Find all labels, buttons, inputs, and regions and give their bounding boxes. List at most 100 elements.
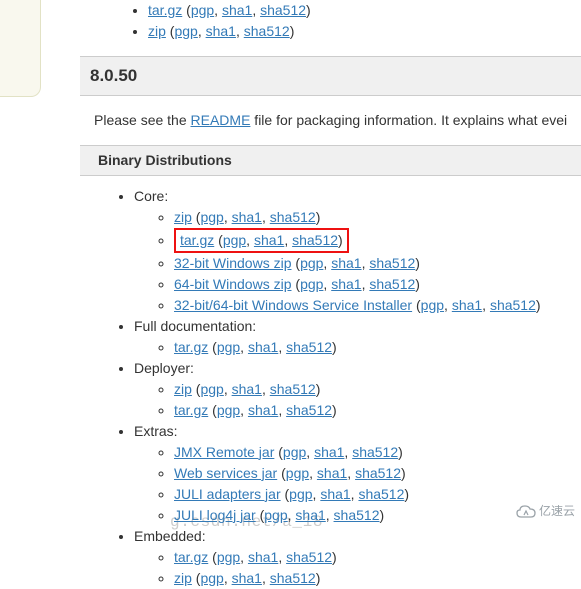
download-link[interactable]: JULI log4j jar: [174, 507, 256, 523]
signature-link[interactable]: sha512: [355, 465, 401, 481]
list-item: zip (pgp, sha1, sha512): [174, 568, 581, 589]
signature-link[interactable]: sha512: [286, 549, 332, 565]
list-item: tar.gz (pgp, sha1, sha512): [174, 400, 581, 421]
download-link[interactable]: tar.gz: [174, 549, 208, 565]
signature-link[interactable]: sha1: [452, 297, 482, 313]
distribution-list: Core:zip (pgp, sha1, sha512)tar.gz (pgp,…: [116, 186, 581, 589]
signature-link[interactable]: pgp: [300, 276, 323, 292]
signature-link[interactable]: sha512: [369, 276, 415, 292]
signature-link[interactable]: sha512: [490, 297, 536, 313]
download-link[interactable]: zip: [174, 209, 192, 225]
group-item: Core: zip (pgp, sha1, sha512)tar.gz (pgp,…: [134, 186, 581, 316]
signature-link[interactable]: sha1: [232, 570, 262, 586]
top-list: tar.gz (pgp, sha1, sha512)zip (pgp, sha1…: [108, 0, 581, 42]
readme-link[interactable]: README: [191, 112, 251, 128]
download-link[interactable]: zip: [174, 381, 192, 397]
signature-link[interactable]: pgp: [223, 232, 246, 248]
signature-link[interactable]: sha512: [358, 486, 404, 502]
group-item: Full documentation: tar.gz (pgp, sha1, sh…: [134, 316, 581, 358]
signature-link[interactable]: pgp: [191, 2, 214, 18]
cloud-watermark: 亿速云: [515, 502, 575, 520]
cloud-icon: [515, 504, 537, 520]
download-link[interactable]: 32-bit/64-bit Windows Service Installer: [174, 297, 412, 313]
download-link[interactable]: tar.gz: [174, 402, 208, 418]
signature-link[interactable]: sha1: [331, 255, 361, 271]
signature-link[interactable]: sha512: [286, 402, 332, 418]
list-item: 64-bit Windows zip (pgp, sha1, sha512): [174, 274, 581, 295]
signature-link[interactable]: sha512: [334, 507, 380, 523]
signature-link[interactable]: pgp: [200, 381, 223, 397]
signature-link[interactable]: sha512: [292, 232, 338, 248]
signature-link[interactable]: pgp: [217, 339, 240, 355]
signature-link[interactable]: sha512: [270, 570, 316, 586]
sidebar-stub: [0, 0, 41, 97]
group-list: zip (pgp, sha1, sha512)tar.gz (pgp, sha1…: [134, 379, 581, 421]
list-item: 32-bit Windows zip (pgp, sha1, sha512): [174, 253, 581, 274]
download-link[interactable]: zip: [174, 570, 192, 586]
download-link[interactable]: JULI adapters jar: [174, 486, 281, 502]
signature-link[interactable]: pgp: [264, 507, 287, 523]
signature-link[interactable]: sha512: [286, 339, 332, 355]
signature-link[interactable]: sha1: [317, 465, 347, 481]
download-link[interactable]: tar.gz: [180, 232, 214, 248]
list-item: tar.gz (pgp, sha1, sha512): [148, 0, 581, 21]
signature-link[interactable]: sha1: [295, 507, 325, 523]
signature-link[interactable]: sha512: [270, 381, 316, 397]
signature-link[interactable]: sha1: [232, 381, 262, 397]
download-link[interactable]: 64-bit Windows zip: [174, 276, 292, 292]
group-label: Full documentation:: [134, 318, 256, 334]
signature-link[interactable]: pgp: [200, 570, 223, 586]
download-link[interactable]: 32-bit Windows zip: [174, 255, 292, 271]
download-link[interactable]: zip: [148, 23, 166, 39]
list-item: tar.gz (pgp, sha1, sha512): [174, 228, 581, 253]
download-link[interactable]: JMX Remote jar: [174, 444, 274, 460]
signature-link[interactable]: pgp: [200, 209, 223, 225]
signature-link[interactable]: sha1: [248, 402, 278, 418]
signature-link[interactable]: pgp: [421, 297, 444, 313]
download-link[interactable]: Web services jar: [174, 465, 277, 481]
signature-link[interactable]: sha1: [314, 444, 344, 460]
version-header: 8.0.50: [80, 56, 581, 96]
intro-post: file for packaging information. It expla…: [250, 112, 567, 128]
signature-link[interactable]: sha512: [352, 444, 398, 460]
signature-link[interactable]: sha1: [254, 232, 284, 248]
list-item: tar.gz (pgp, sha1, sha512): [174, 547, 581, 568]
group-label: Core:: [134, 188, 168, 204]
group-item: Embedded:tar.gz (pgp, sha1, sha512)zip (…: [134, 526, 581, 589]
signature-link[interactable]: pgp: [174, 23, 197, 39]
signature-link[interactable]: sha1: [248, 549, 278, 565]
group-list: JMX Remote jar (pgp, sha1, sha512) Web se…: [134, 442, 581, 526]
signature-link[interactable]: pgp: [289, 486, 312, 502]
binary-dist-header: Binary Distributions: [80, 145, 581, 176]
signature-link[interactable]: pgp: [217, 402, 240, 418]
list-item: zip (pgp, sha1, sha512): [148, 21, 581, 42]
list-item: zip (pgp, sha1, sha512): [174, 207, 581, 228]
signature-link[interactable]: pgp: [283, 444, 306, 460]
download-link[interactable]: tar.gz: [148, 2, 182, 18]
signature-link[interactable]: pgp: [286, 465, 309, 481]
signature-link[interactable]: sha1: [232, 209, 262, 225]
signature-link[interactable]: sha1: [206, 23, 236, 39]
signature-link[interactable]: pgp: [217, 549, 240, 565]
readme-intro: Please see the README file for packaging…: [94, 110, 581, 131]
main-content: tar.gz (pgp, sha1, sha512)zip (pgp, sha1…: [80, 0, 581, 589]
group-item: Extras: JMX Remote jar (pgp, sha1, sha512…: [134, 421, 581, 526]
signature-link[interactable]: sha512: [369, 255, 415, 271]
group-label: Deployer:: [134, 360, 194, 376]
group-list: zip (pgp, sha1, sha512)tar.gz (pgp, sha1…: [134, 207, 581, 316]
signature-link[interactable]: sha1: [320, 486, 350, 502]
signature-link[interactable]: pgp: [300, 255, 323, 271]
signature-link[interactable]: sha1: [331, 276, 361, 292]
group-label: Extras:: [134, 423, 178, 439]
signature-link[interactable]: sha512: [244, 23, 290, 39]
list-item: 32-bit/64-bit Windows Service Installer …: [174, 295, 581, 316]
group-list: tar.gz (pgp, sha1, sha512): [134, 337, 581, 358]
signature-link[interactable]: sha512: [270, 209, 316, 225]
signature-link[interactable]: sha512: [260, 2, 306, 18]
signature-link[interactable]: sha1: [222, 2, 252, 18]
highlighted-item: tar.gz (pgp, sha1, sha512): [174, 228, 349, 253]
list-item: zip (pgp, sha1, sha512): [174, 379, 581, 400]
list-item: JMX Remote jar (pgp, sha1, sha512): [174, 442, 581, 463]
signature-link[interactable]: sha1: [248, 339, 278, 355]
download-link[interactable]: tar.gz: [174, 339, 208, 355]
